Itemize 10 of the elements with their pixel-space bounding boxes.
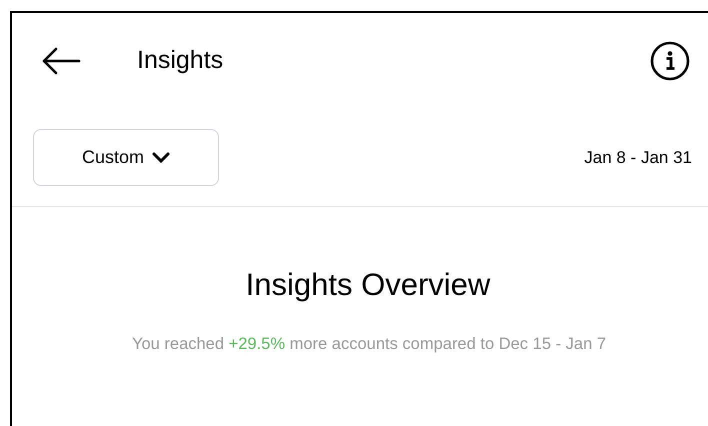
chevron-down-icon bbox=[152, 152, 170, 164]
date-filter-dropdown[interactable]: Custom bbox=[33, 129, 219, 186]
back-arrow-icon bbox=[41, 47, 81, 75]
info-icon bbox=[650, 41, 690, 81]
overview-summary: You reached +29.5% more accounts compared to Dec 15 - Jan 7 bbox=[130, 334, 608, 354]
page-title: Insights bbox=[137, 45, 224, 76]
overview-title: Insights Overview bbox=[246, 266, 490, 304]
date-range: Jan 8 - Jan 31 bbox=[584, 146, 692, 169]
back-button[interactable] bbox=[40, 45, 82, 77]
info-button[interactable] bbox=[650, 41, 690, 81]
